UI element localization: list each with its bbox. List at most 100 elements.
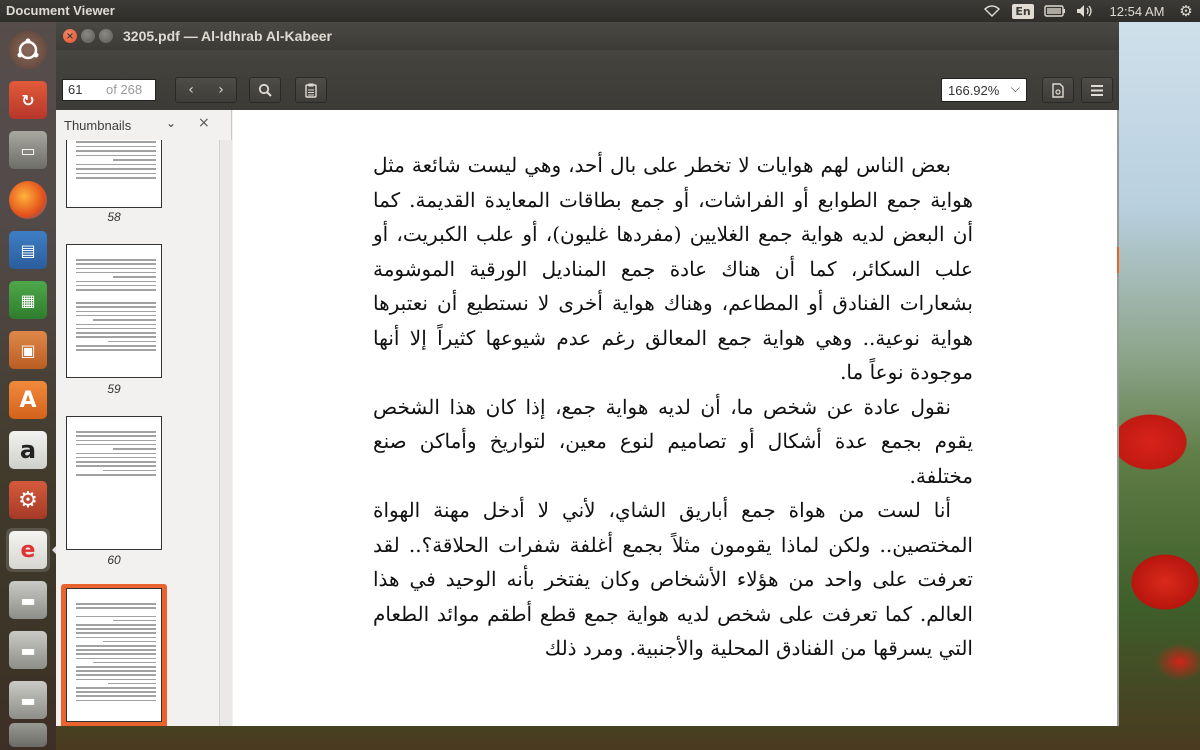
thumbnail-text-line: [76, 345, 156, 347]
thumbnail-text-line: [76, 670, 156, 672]
thumbnail-text-line: [76, 327, 156, 330]
thumbnail-text-line: [76, 302, 156, 304]
launcher: ↻ ▭ ▤ ▦ ▣ A a ⚙ e ▬ ▬ ▬: [0, 22, 56, 750]
document-view[interactable]: بعض الناس لهم هوايات لا تخطر على بال أحد…: [233, 110, 1119, 726]
clock[interactable]: 12:54 AM: [1102, 0, 1172, 22]
software-updater-icon[interactable]: ↻: [6, 78, 50, 122]
thumbnail-label: 59: [107, 382, 121, 396]
files-icon[interactable]: ▭: [6, 128, 50, 172]
thumbnail-text-line: [76, 431, 156, 433]
close-window-button[interactable]: ×: [63, 29, 77, 43]
previous-page-button[interactable]: ‹: [176, 78, 206, 102]
search-icon: [258, 83, 272, 97]
thumbnail-text-line: [76, 284, 156, 287]
amazon-icon[interactable]: a: [6, 428, 50, 472]
thumbnail-text-line: [76, 695, 156, 697]
document-text: بعض الناس لهم هوايات لا تخطر على بال أحد…: [373, 148, 973, 666]
thumbnail-page-61[interactable]: [66, 588, 162, 722]
document-properties-button[interactable]: [1042, 77, 1074, 103]
system-settings-icon[interactable]: ⚙: [6, 478, 50, 522]
thumbnail-text-line: [76, 653, 156, 655]
language-label: En: [1012, 3, 1034, 19]
thumbnail-text-line: [76, 306, 156, 308]
dash-home-icon[interactable]: [6, 28, 50, 72]
window-titlebar[interactable]: × 3205.pdf — Al-Idhrab Al-Kabeer: [56, 22, 1119, 50]
drive-icon[interactable]: ▬: [6, 578, 50, 622]
document-icon: [1052, 82, 1064, 98]
wifi-icon[interactable]: [982, 0, 1002, 22]
keyboard-language-indicator[interactable]: En: [1012, 0, 1034, 22]
chevron-left-icon: ‹: [188, 82, 194, 98]
document-viewer-icon[interactable]: e: [6, 528, 50, 572]
paragraph: بعض الناس لهم هوايات لا تخطر على بال أحد…: [373, 153, 973, 384]
toolbar: 61 of 268 ‹ › 166.92% ⌵: [56, 50, 1119, 110]
thumbnail-text-line: [76, 657, 156, 660]
clipboard-icon: [305, 83, 317, 98]
system-gear-icon[interactable]: ⚙: [1176, 0, 1196, 22]
chevron-right-icon: ›: [218, 82, 224, 98]
thumbnail-page-59[interactable]: [66, 244, 162, 378]
minimize-window-button[interactable]: [81, 29, 95, 43]
thumbnail-text-line: [76, 150, 156, 152]
paragraph: أنا لست من هواة جمع أباريق الشاي، لأني ل…: [373, 498, 973, 660]
thumbnail-text-line: [76, 461, 156, 463]
menu-button[interactable]: [1081, 77, 1113, 103]
impress-icon[interactable]: ▣: [6, 328, 50, 372]
thumbnail-text-line: [76, 607, 156, 609]
thumbnail-text-line: [113, 448, 156, 450]
software-center-icon[interactable]: A: [6, 378, 50, 422]
thumbnail-text-line: [76, 141, 156, 143]
document-scrollbar-thumb[interactable]: [1117, 247, 1119, 273]
volume-icon[interactable]: [1075, 0, 1095, 22]
thumbnail-text-line: [76, 177, 156, 179]
thumbnail-text-line: [76, 332, 156, 334]
thumbnail-text-line: [76, 280, 156, 282]
thumbnail-text-line: [76, 289, 156, 291]
chevron-down-icon: ⌵: [1010, 81, 1020, 95]
thumbnail-text-line: [76, 267, 156, 270]
thumbnail-scrollbar[interactable]: [219, 140, 232, 726]
sidebar-title[interactable]: Thumbnails: [64, 118, 131, 133]
thumbnail-page-60[interactable]: [66, 416, 162, 550]
zoom-select[interactable]: 166.92% ⌵: [941, 78, 1027, 102]
page-total-label: of 268: [102, 79, 156, 101]
zoom-value: 166.92%: [948, 82, 1000, 98]
thumbnail-text-line: [76, 474, 156, 476]
thumbnail-text-line: [76, 636, 156, 639]
calc-icon[interactable]: ▦: [6, 278, 50, 322]
thumbnail-label: 60: [107, 553, 121, 567]
thumbnail-text-line: [76, 699, 156, 702]
app-menu-title[interactable]: Document Viewer: [6, 3, 115, 18]
thumbnail-list[interactable]: 58 59 60 61: [56, 140, 219, 726]
maximize-window-button[interactable]: [99, 29, 113, 43]
thumbnail-text-line: [76, 310, 156, 313]
firefox-icon[interactable]: [6, 178, 50, 222]
thumbnail-text-line: [76, 323, 156, 325]
drive-icon[interactable]: ▬: [6, 678, 50, 722]
thumbnail-text-line: [76, 314, 156, 317]
writer-icon[interactable]: ▤: [6, 228, 50, 272]
trash-icon[interactable]: [6, 722, 50, 748]
window-title: 3205.pdf — Al-Idhrab Al-Kabeer: [123, 28, 333, 44]
thumbnail-text-line: [76, 649, 156, 651]
thumbnail-text-line: [76, 349, 156, 351]
find-button[interactable]: [249, 77, 281, 103]
chevron-down-icon[interactable]: ⌄: [166, 116, 176, 130]
close-sidebar-button[interactable]: ×: [198, 115, 210, 131]
thumbnail-text-line: [76, 603, 156, 605]
annotations-button[interactable]: [295, 77, 327, 103]
page-number-input[interactable]: 61: [62, 79, 102, 101]
battery-icon[interactable]: [1043, 0, 1067, 22]
thumbnail-text-line: [76, 628, 156, 630]
thumbnail-text-line: [76, 691, 156, 693]
thumbnail-text-line: [76, 624, 156, 626]
top-panel: Document Viewer En 12:54 AM ⚙: [0, 0, 1200, 22]
thumbnail-page-58[interactable]: [66, 140, 162, 208]
hamburger-menu-icon: [1091, 84, 1103, 96]
document-page: بعض الناس لهم هوايات لا تخطر على بال أحد…: [233, 110, 1117, 726]
drive-icon[interactable]: ▬: [6, 628, 50, 672]
thumbnail-text-line: [113, 276, 156, 278]
thumbnail-text-line: [76, 615, 156, 618]
next-page-button[interactable]: ›: [206, 78, 236, 102]
thumbnail-text-line: [76, 443, 156, 446]
